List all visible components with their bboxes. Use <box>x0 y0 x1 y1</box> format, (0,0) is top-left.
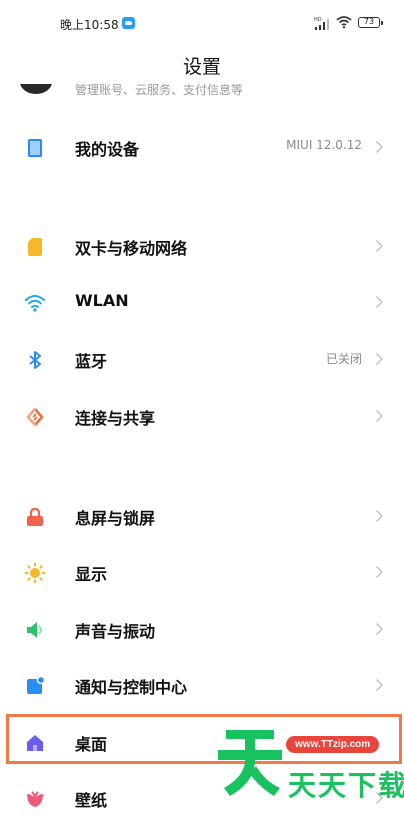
phone-icon <box>28 139 42 157</box>
settings-item-label: 蓝牙 <box>75 352 108 371</box>
settings-item-value: MIUI 12.0.12 <box>286 138 362 152</box>
avatar <box>20 84 52 94</box>
account-row[interactable]: 管理账号、云服务、支付信息等 <box>0 84 404 104</box>
watermark-text: 天天下载 <box>288 769 404 802</box>
battery-icon: 73 <box>358 17 383 28</box>
sun-icon <box>24 562 46 584</box>
settings-item-notifications[interactable]: 通知与控制中心 <box>0 657 404 713</box>
lock-icon <box>27 507 43 526</box>
settings-item-connection-sharing[interactable]: 连接与共享 <box>0 388 404 444</box>
settings-item-value: 已关闭 <box>325 352 362 366</box>
settings-item-label: 通知与控制中心 <box>75 678 188 697</box>
share-icon <box>26 408 44 426</box>
speaker-icon <box>27 622 42 638</box>
settings-item-label: 息屏与锁屏 <box>75 509 156 528</box>
settings-item-display[interactable]: 显示 <box>0 544 404 600</box>
settings-item-my-device[interactable]: 我的设备 MIUI 12.0.12 <box>0 119 404 175</box>
status-bar: 晚上10:58 HD 73 <box>0 0 404 48</box>
bluetooth-icon <box>29 351 41 369</box>
signal-icon: HD <box>314 17 329 30</box>
settings-item-label: 声音与振动 <box>75 622 156 641</box>
settings-item-label: 连接与共享 <box>75 409 156 428</box>
wifi-status-icon <box>336 16 352 29</box>
settings-item-label: 显示 <box>75 565 108 584</box>
watermark: www.TTzip.com 天天下载 <box>218 726 404 806</box>
notification-icon <box>27 675 46 694</box>
chevron-right-icon <box>375 295 384 309</box>
settings-item-lock-screen[interactable]: 息屏与锁屏 <box>0 488 404 544</box>
svg-text:HD: HD <box>314 17 322 23</box>
sim-card-icon <box>28 238 42 256</box>
settings-item-sim[interactable]: 双卡与移动网络 <box>0 218 404 274</box>
chevron-right-icon <box>375 140 384 154</box>
settings-item-wlan[interactable]: WLAN <box>0 274 404 330</box>
wifi-icon <box>25 295 45 312</box>
chevron-right-icon <box>375 678 384 692</box>
chevron-right-icon <box>375 622 384 636</box>
chevron-right-icon <box>375 509 384 523</box>
settings-item-sound[interactable]: 声音与振动 <box>0 601 404 657</box>
status-time: 晚上10:58 <box>60 18 119 32</box>
watermark-logo <box>218 730 282 796</box>
watermark-url: www.TTzip.com <box>286 736 380 753</box>
settings-item-label: WLAN <box>75 291 129 310</box>
page-title: 设置 <box>182 56 221 78</box>
flower-icon <box>27 791 43 807</box>
cloud-icon <box>122 17 135 29</box>
account-subtitle: 管理账号、云服务、支付信息等 <box>75 84 244 97</box>
settings-item-label: 壁纸 <box>75 791 108 810</box>
chevron-right-icon <box>375 565 384 579</box>
settings-item-bluetooth[interactable]: 蓝牙 已关闭 <box>0 331 404 387</box>
settings-item-label: 双卡与移动网络 <box>75 239 188 258</box>
settings-item-label: 我的设备 <box>75 140 140 159</box>
chevron-right-icon <box>375 239 384 253</box>
chevron-right-icon <box>375 352 384 366</box>
chevron-right-icon <box>375 409 384 423</box>
